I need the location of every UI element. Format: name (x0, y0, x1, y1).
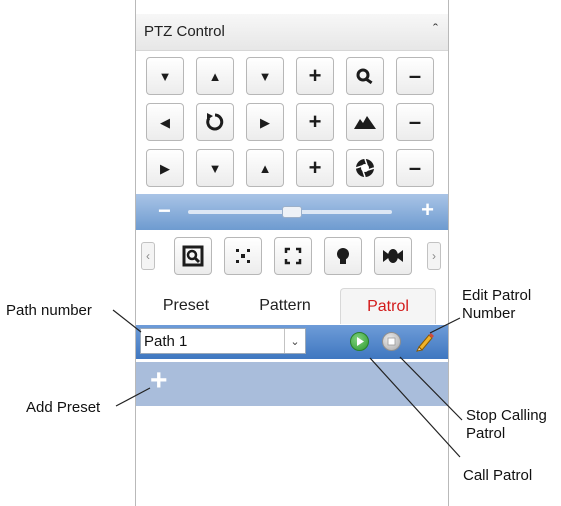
edit-patrol-leader (429, 317, 461, 334)
callout-stop-patrol-line2: Patrol (466, 424, 506, 442)
callout-add-preset: Add Preset (26, 399, 101, 416)
callout-path-number: Path number (6, 302, 92, 319)
path-number-leader (112, 309, 142, 333)
stop-patrol-leader (399, 356, 463, 421)
callout-edit-patrol-line2: Number (462, 304, 516, 322)
add-preset-leader (115, 387, 151, 407)
callout-edit-patrol-line1: Edit Patrol (462, 287, 532, 304)
callout-stop-calling-patrol: Stop Calling Patrol (466, 407, 547, 442)
callout-edit-patrol-number: Edit Patrol Number (462, 287, 531, 322)
callout-call-patrol: Call Patrol (463, 467, 533, 484)
callout-stop-patrol-line1: Stop Calling (466, 407, 547, 424)
